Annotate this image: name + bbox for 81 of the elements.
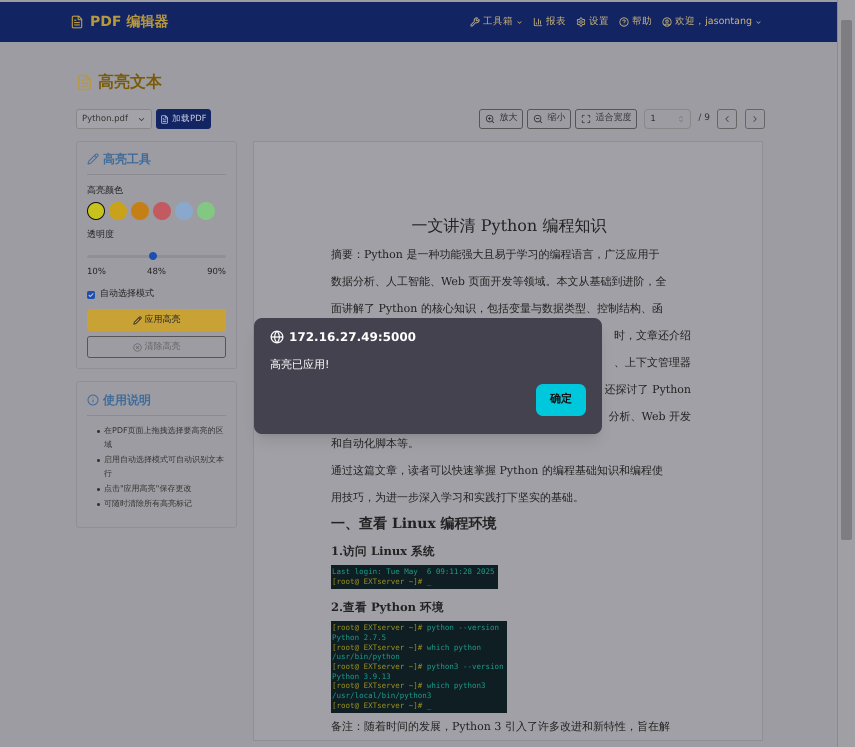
subsection-heading: 2.查看 Python 环境 [331,598,446,616]
info-icon [87,394,99,406]
nav-link[interactable]: 设置 [576,14,610,30]
spinner-icon [677,115,686,123]
pdf-file-icon [70,15,84,29]
check-icon [88,292,94,298]
settings-icon [576,17,586,27]
body-text: 还探讨了 Python [604,382,691,398]
nav-dropdown[interactable]: 工具箱 [470,14,524,30]
nav-link[interactable]: 帮助 [619,14,652,30]
pencil-icon [132,316,142,325]
previous-page-button[interactable] [717,109,737,129]
zoom-out-icon [533,114,544,124]
tools-icon [470,17,480,27]
dialog-origin: 172.16.27.49:5000 [289,329,416,346]
opacity-slider[interactable] [87,252,226,260]
help-text: 在PDF页面上拖拽选择要高亮的区域 [104,425,225,452]
body-text: 摘要：Python 是一种功能强大且易于学习的编程语言，广泛应用于 [331,247,660,264]
nav-link[interactable]: 报表 [533,14,566,30]
caret-icon [755,18,762,26]
section-heading: 一、查看 Linux 编程环境 [331,514,498,534]
dialog-message: 高亮已应用! [270,357,330,373]
subsection-heading: 1.访问 Linux 系统 [331,543,436,560]
help-text: 可随时清除所有高亮标记 [104,498,192,510]
expand-icon [581,114,592,124]
caret-icon [516,18,524,26]
color-swatch[interactable] [109,202,127,220]
panel-title: 使用说明 [103,392,151,410]
auto-select-checkbox[interactable] [87,290,95,298]
body-text: 用技巧，为进一步深入学习和实践打下坚实的基础。 [331,490,584,506]
clear-icon [132,342,142,352]
body-text: 时，文章还介绍 [614,328,691,344]
pdf-file-icon [76,74,93,90]
body-text: 数据分析、人工智能、Web 页面开发等领域。本文从基础到进阶，全 [331,274,666,290]
zoom-in-button[interactable]: 放大 [479,109,524,129]
page-number-field[interactable]: 1 [644,109,692,129]
slider-tick-label: 90% [207,266,226,279]
file-select[interactable]: Python.pdf [76,109,152,129]
color-swatch[interactable] [153,202,171,220]
slider-thumb[interactable] [149,252,158,260]
next-page-button[interactable] [745,109,765,129]
ok-button[interactable]: 确定 [536,384,586,416]
color-label: 高亮颜色 [87,185,124,198]
slider-tick-label: 48% [147,266,166,279]
bullet-icon [97,503,100,506]
body-text: 和自动化脚本等。 [331,436,419,452]
zoom-in-icon [485,114,496,124]
body-text: 、上下文管理器 [614,355,691,372]
panel-title: 高亮工具 [103,151,151,168]
body-text: 通过这篇文章，读者可以快速掌握 Python 的编程基础知识和编程使 [331,463,663,480]
load-pdf-button[interactable]: 加载PDF [156,109,211,129]
color-swatch[interactable] [87,202,105,220]
fit-width-button[interactable]: 适合宽度 [575,109,638,129]
help-icon [619,17,630,27]
bullet-icon [97,488,100,492]
user-icon [662,17,672,27]
body-text: 面讲解了 Python 的核心知识，包括变量与数据类型、控制结构、函 [331,301,663,318]
page-title: 高亮文本 [98,71,162,93]
body-text: 分析、Web 开发 [608,409,691,426]
color-swatch[interactable] [175,202,193,220]
nav-dropdown[interactable]: 欢迎，jasontang [662,14,762,30]
slider-tick-label: 10% [87,266,106,279]
help-text: 点击"应用高亮"保存更改 [104,483,192,496]
bullet-icon [97,459,100,462]
body-text: 备注：随着时间的发展，Python 3 引入了许多改进和新特性，旨在解 [331,718,671,735]
auto-select-label: 自动选择模式 [100,288,154,301]
help-text: 启用自动选择模式可自动识别文本行 [104,454,225,480]
brand-title[interactable]: PDF 编辑器 [90,12,168,32]
globe-icon [270,330,284,344]
bar-chart-icon [533,17,544,27]
color-swatch[interactable] [131,202,149,220]
page-total: / 9 [698,112,710,126]
pencil-icon [87,153,99,165]
color-swatch[interactable] [197,202,215,220]
bullet-icon [97,430,100,434]
opacity-label: 透明度 [87,228,115,242]
scrollbar[interactable] [837,0,855,747]
apply-highlight-button[interactable]: 应用高亮 [87,309,226,332]
zoom-out-button[interactable]: 缩小 [527,109,572,129]
pdf-file-icon [160,114,169,124]
document-title: 一文讲清 Python 编程知识 [410,215,608,237]
